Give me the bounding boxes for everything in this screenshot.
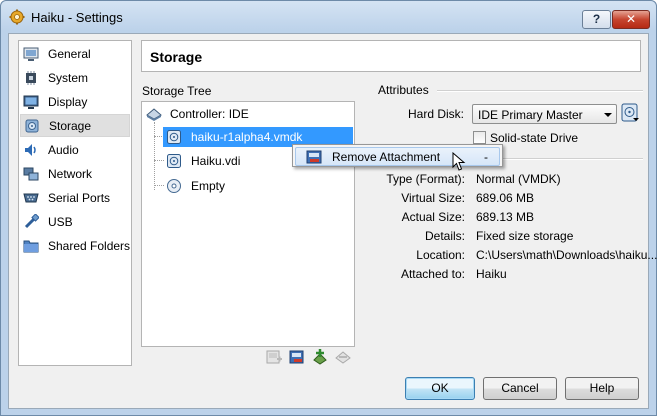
- nav-label: Shared Folders: [48, 239, 131, 253]
- storage-tree-label: Storage Tree: [142, 84, 212, 98]
- actual-size-label: Actual Size:: [401, 210, 465, 224]
- title-bar[interactable]: Haiku - Settings ? ✕: [1, 1, 656, 31]
- virtual-size-label: Virtual Size:: [401, 191, 465, 205]
- nav-item-general[interactable]: General: [20, 43, 130, 66]
- menu-item-shortcut: -: [484, 150, 488, 164]
- nav-label: Audio: [48, 143, 79, 157]
- close-button[interactable]: ✕: [612, 10, 650, 29]
- nav-label: System: [48, 71, 89, 85]
- nav-label: Storage: [49, 119, 92, 133]
- tree-connector: [154, 122, 155, 190]
- window-title: Haiku - Settings: [31, 10, 123, 25]
- tree-item-empty[interactable]: Empty: [163, 176, 353, 196]
- attributes-label: Attributes: [378, 83, 429, 97]
- general-icon: [23, 47, 39, 61]
- dialog-body: General System Display Storage Audio Net…: [8, 33, 657, 409]
- remove-attachment-menu-item[interactable]: Remove Attachment -: [295, 147, 500, 166]
- attached-to-label: Attached to:: [400, 267, 465, 281]
- remove-attachment-icon[interactable]: [334, 348, 352, 366]
- hard-disk-value: IDE Primary Master: [478, 108, 583, 122]
- speaker-icon: [25, 144, 36, 156]
- ide-controller-icon: [146, 108, 162, 121]
- nav-item-audio[interactable]: Audio: [20, 139, 130, 162]
- context-menu: Remove Attachment -: [292, 144, 503, 167]
- tree-item-label: haiku-r1alpha4.vmdk: [191, 130, 303, 144]
- information-divider: [502, 158, 643, 160]
- cancel-button[interactable]: Cancel: [483, 377, 557, 400]
- choose-disk-icon[interactable]: [621, 103, 639, 123]
- details-label: Details:: [424, 229, 465, 243]
- nav-item-storage[interactable]: Storage: [20, 114, 130, 137]
- optical-disc-icon: [167, 179, 181, 193]
- nav-item-network[interactable]: Network: [20, 163, 130, 186]
- nav-label: Serial Ports: [48, 191, 111, 205]
- type-value: Normal (VMDK): [476, 172, 561, 186]
- nav-item-display[interactable]: Display: [20, 91, 130, 114]
- nav-item-usb[interactable]: USB: [20, 211, 130, 234]
- chevron-down-icon: [604, 113, 612, 117]
- nav-item-system[interactable]: System: [20, 67, 130, 90]
- actual-size-value: 689.13 MB: [476, 210, 535, 224]
- tree-item-label: Haiku.vdi: [191, 154, 241, 168]
- nav-label: Network: [48, 167, 93, 181]
- controller-label: Controller: IDE: [170, 107, 249, 121]
- hard-disk-icon: [167, 130, 181, 144]
- virtualbox-gear-icon: [9, 9, 25, 25]
- storage-tree[interactable]: Controller: IDE haiku-r1alpha4.vmdk Haik…: [141, 101, 355, 347]
- details-value: Fixed size storage: [476, 229, 574, 243]
- page-title: Storage: [150, 49, 203, 65]
- location-label: Location:: [416, 248, 465, 262]
- attributes-divider: [437, 90, 643, 92]
- disk-icon: [25, 119, 39, 133]
- settings-nav: General System Display Storage Audio Net…: [18, 40, 132, 366]
- nav-item-serial-ports[interactable]: Serial Ports: [20, 187, 130, 210]
- remove-attachment-icon: [306, 150, 322, 164]
- folder-icon: [23, 240, 39, 253]
- settings-window: Haiku - Settings ? ✕ General System Disp…: [0, 0, 657, 416]
- nav-item-shared-folders[interactable]: Shared Folders: [20, 235, 130, 258]
- nav-label: Display: [48, 95, 88, 109]
- nav-label: General: [48, 47, 91, 61]
- type-label: Type (Format):: [386, 172, 465, 186]
- chip-icon: [26, 71, 36, 85]
- add-attachment-icon[interactable]: [311, 348, 329, 366]
- attached-to-value: Haiku: [476, 267, 507, 281]
- hard-disk-combo[interactable]: IDE Primary Master: [472, 104, 617, 124]
- location-value: C:\Users\math\Downloads\haiku...: [476, 248, 657, 262]
- tree-item-label: Empty: [191, 179, 226, 193]
- usb-icon: [24, 214, 39, 229]
- page-header: Storage: [141, 40, 641, 72]
- menu-item-label: Remove Attachment: [332, 150, 441, 164]
- monitor-icon: [23, 95, 39, 109]
- add-controller-icon[interactable]: [265, 348, 283, 366]
- hard-disk-label: Hard Disk:: [407, 107, 464, 121]
- controller-row[interactable]: Controller: IDE: [146, 104, 346, 124]
- ssd-label: Solid-state Drive: [490, 131, 579, 145]
- network-icon: [23, 167, 39, 181]
- remove-controller-icon[interactable]: [288, 348, 306, 366]
- virtual-size-value: 689.06 MB: [476, 191, 535, 205]
- mouse-cursor-icon: [452, 152, 466, 171]
- hard-disk-icon: [167, 154, 181, 168]
- title-help-button[interactable]: ?: [582, 10, 611, 29]
- help-button[interactable]: Help: [565, 377, 639, 400]
- ssd-checkbox[interactable]: [473, 131, 486, 144]
- serial-port-icon: [23, 193, 39, 203]
- nav-label: USB: [48, 215, 73, 229]
- ok-button[interactable]: OK: [405, 377, 475, 400]
